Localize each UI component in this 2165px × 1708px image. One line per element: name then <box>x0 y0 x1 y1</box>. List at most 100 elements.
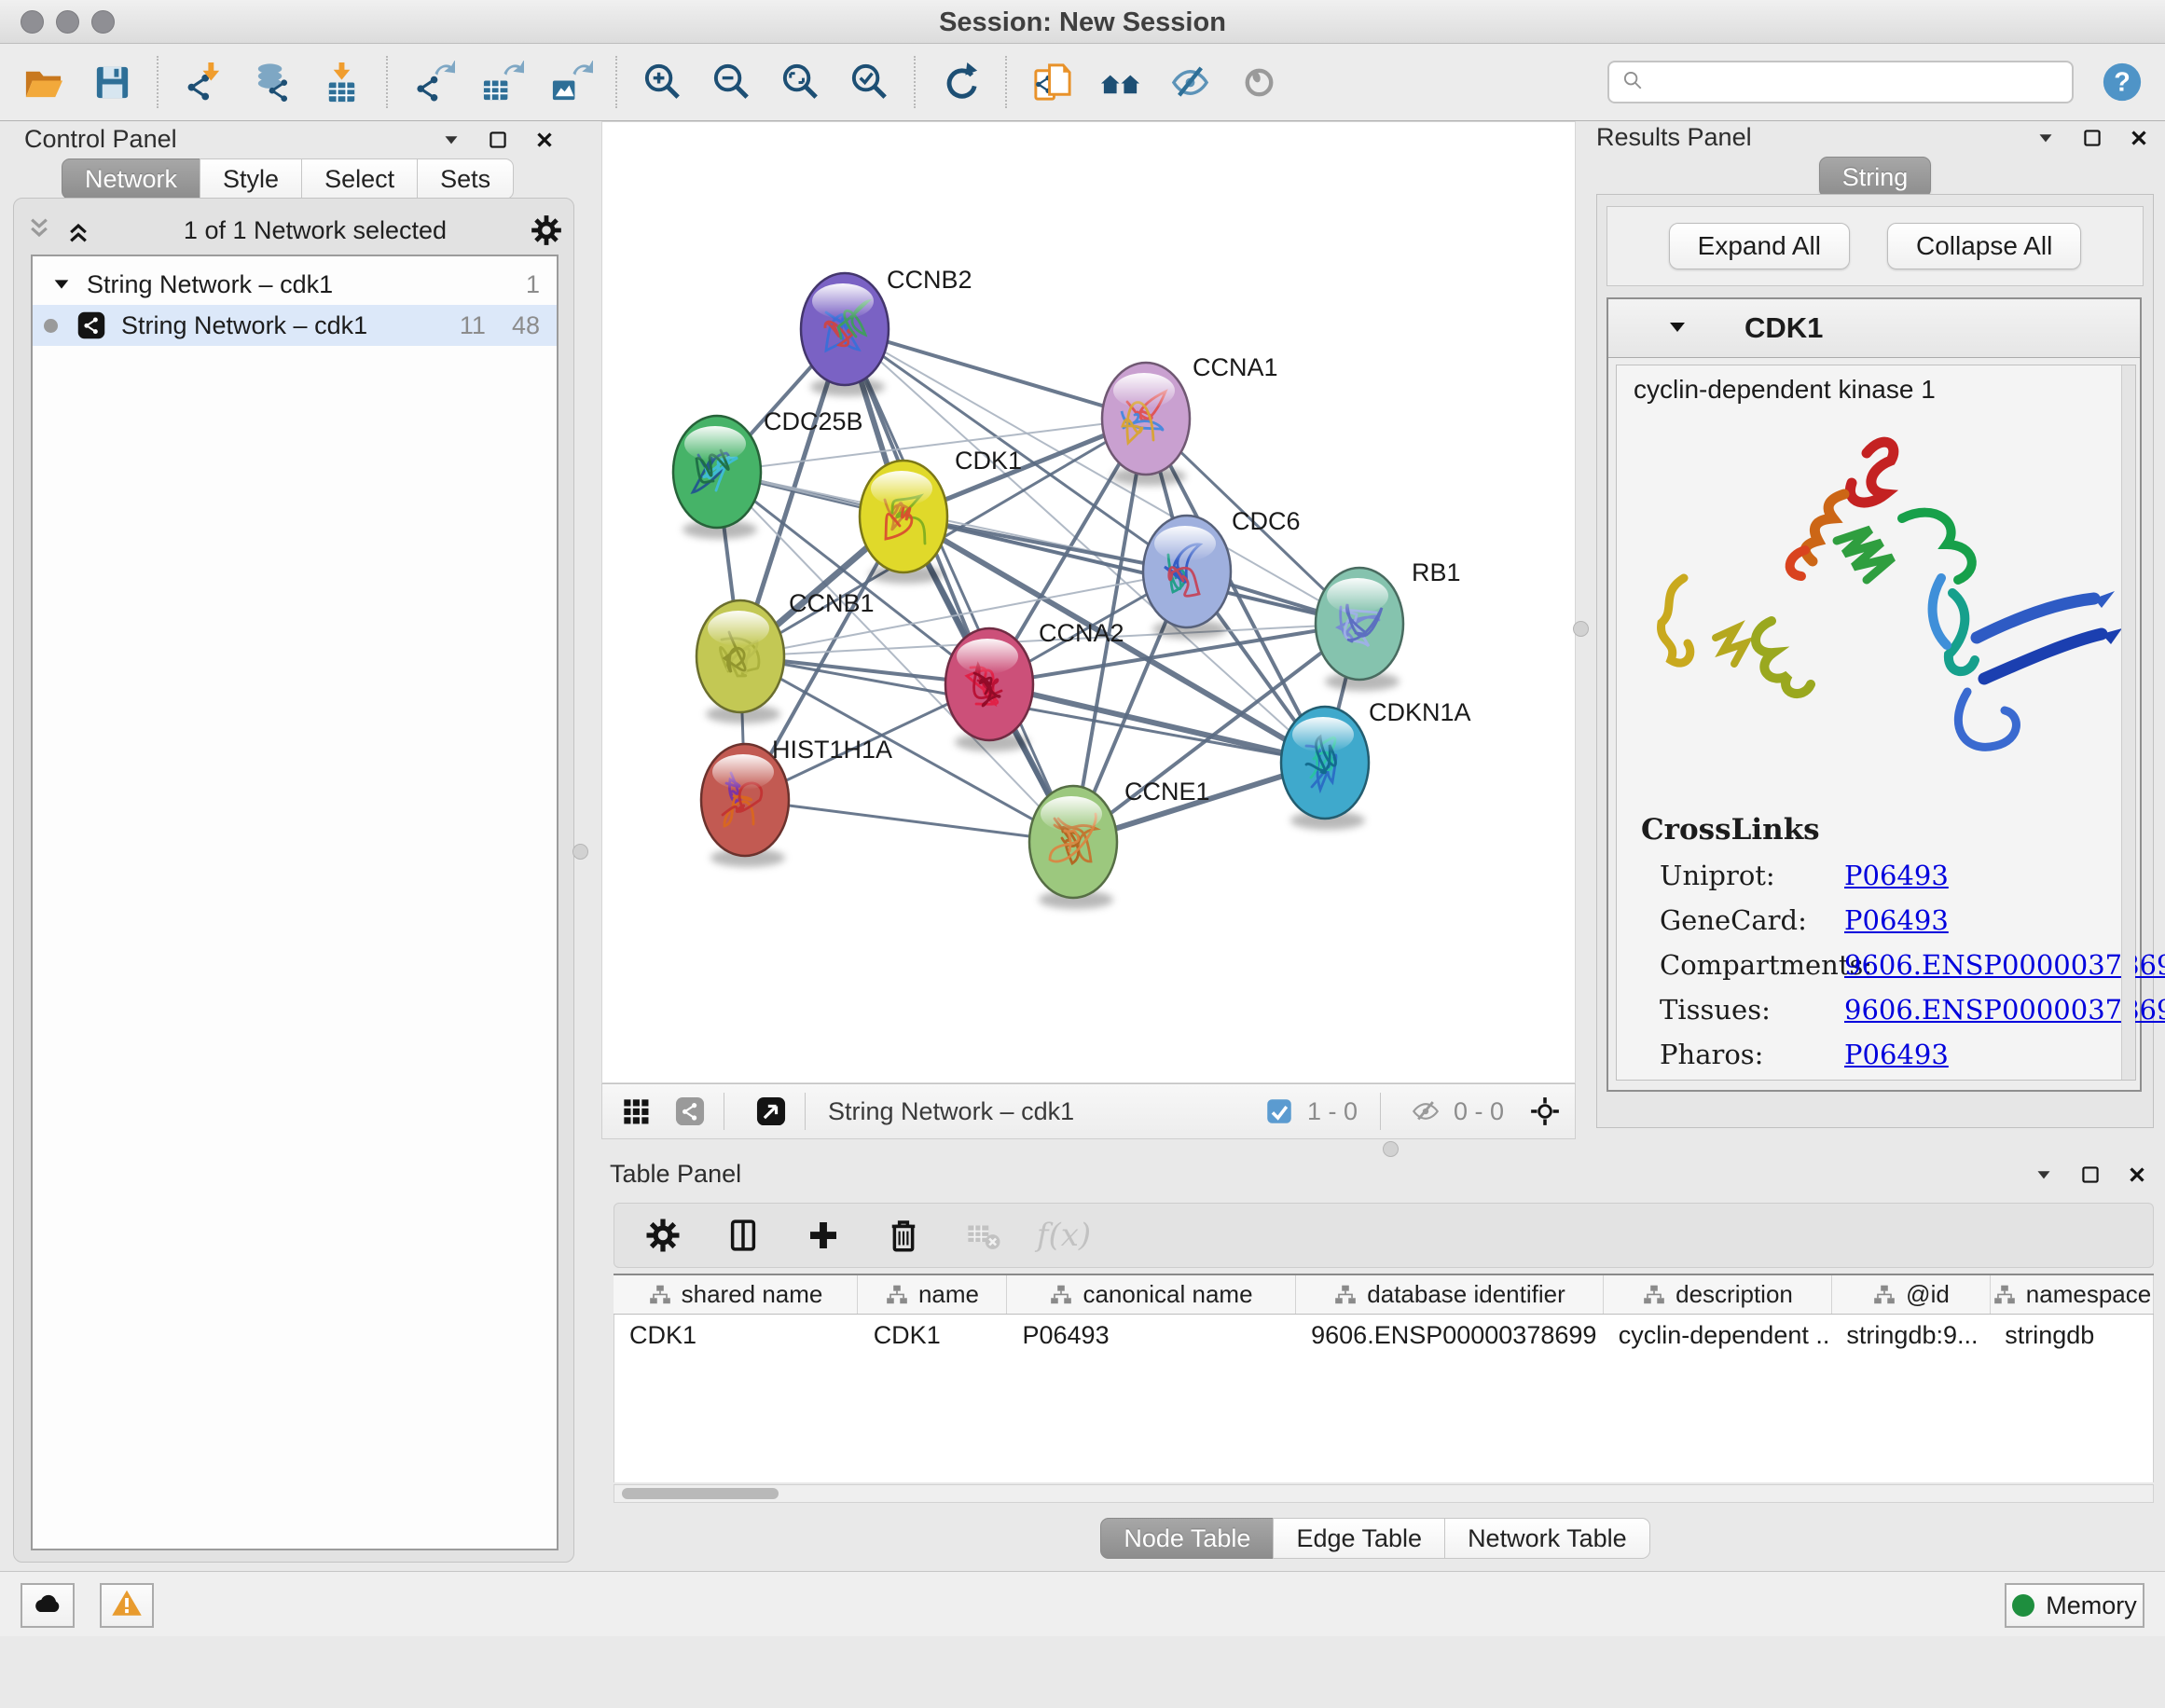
table-cell[interactable]: 9606.ENSP00000378699 <box>1296 1315 1604 1356</box>
show-all-icon[interactable] <box>1234 58 1283 106</box>
crosslink-link[interactable]: 9606.ENSP00000378699 <box>1844 994 2165 1026</box>
control-panel-float-icon[interactable] <box>485 127 511 153</box>
edge-HIST1H1A-CCNE1[interactable] <box>745 800 1073 842</box>
left-splitter-handle[interactable] <box>572 844 588 860</box>
import-network-database-icon[interactable] <box>248 58 296 106</box>
zoom-fit-icon[interactable] <box>776 58 824 106</box>
export-network-icon[interactable] <box>408 58 457 106</box>
node-CDC25B[interactable] <box>673 416 761 539</box>
column-header-@id[interactable]: @id <box>1832 1275 1991 1314</box>
fit-selected-icon[interactable] <box>1526 1093 1564 1130</box>
import-table-icon[interactable] <box>317 58 365 106</box>
table-panel-float-icon[interactable] <box>2077 1162 2103 1188</box>
collection-expand-icon[interactable] <box>51 272 76 296</box>
node-CCNA2[interactable] <box>945 628 1033 751</box>
network-canvas[interactable]: CCNB2CCNA1CDC25BCDK1CDC6RB1CCNB1CCNA2CDK… <box>601 121 1576 1083</box>
node-CCNB2[interactable] <box>801 273 889 396</box>
memory-button[interactable]: Memory <box>2005 1583 2144 1628</box>
results-panel-close-icon[interactable] <box>2126 125 2152 151</box>
control-panel-menu-icon[interactable] <box>438 127 464 153</box>
open-session-icon[interactable] <box>19 58 67 106</box>
zoom-selected-icon[interactable] <box>845 58 893 106</box>
tab-edge-table[interactable]: Edge Table <box>1273 1518 1445 1559</box>
tab-string[interactable]: String <box>1819 157 1932 198</box>
tab-select[interactable]: Select <box>301 158 418 200</box>
crosslink-link[interactable]: P06493 <box>1844 1039 1949 1070</box>
import-network-file-icon[interactable] <box>179 58 228 106</box>
tab-style[interactable]: Style <box>200 158 302 200</box>
copy-style-icon[interactable] <box>1027 58 1076 106</box>
node-CDC6[interactable] <box>1143 516 1231 639</box>
gene-collapse-icon[interactable] <box>1666 316 1690 340</box>
right-splitter-handle[interactable] <box>1573 621 1589 637</box>
cloud-status-button[interactable] <box>21 1583 75 1628</box>
column-header-namespace[interactable]: namespace <box>1991 1275 2154 1314</box>
export-table-icon[interactable] <box>477 58 526 106</box>
table-scrollbar-thumb[interactable] <box>622 1488 779 1499</box>
edge-CCNB2-CCNA1[interactable] <box>845 329 1146 419</box>
add-icon[interactable] <box>799 1211 848 1260</box>
columns-icon[interactable] <box>719 1211 767 1260</box>
node-CCNB1[interactable] <box>696 600 784 723</box>
tab-sets[interactable]: Sets <box>417 158 514 200</box>
gene-section-header[interactable]: CDK1 <box>1608 299 2140 358</box>
export-image-icon[interactable] <box>546 58 595 106</box>
first-neighbors-icon[interactable] <box>1096 58 1145 106</box>
control-panel-close-icon[interactable] <box>531 127 558 153</box>
zoom-out-icon[interactable] <box>707 58 755 106</box>
search-input[interactable] <box>1647 67 2062 98</box>
grid-view-icon[interactable] <box>615 1091 656 1132</box>
warnings-button[interactable] <box>100 1583 154 1628</box>
network-options-gear-icon[interactable] <box>529 213 564 248</box>
horizontal-splitter-handle[interactable] <box>1383 1141 1399 1157</box>
expand-all-networks-icon[interactable] <box>62 214 94 246</box>
string-view-icon[interactable] <box>669 1091 710 1132</box>
hidden-eye-icon[interactable] <box>1407 1093 1444 1130</box>
node-CDK1[interactable] <box>860 461 947 584</box>
network-graph[interactable]: CCNB2CCNA1CDC25BCDK1CDC6RB1CCNB1CCNA2CDK… <box>602 122 1575 1082</box>
node-RB1[interactable] <box>1316 568 1403 691</box>
zoom-in-icon[interactable] <box>638 58 686 106</box>
network-collection-row[interactable]: String Network – cdk1 1 <box>33 264 557 305</box>
node-CDKN1A[interactable] <box>1281 707 1369 830</box>
apply-layout-icon[interactable] <box>936 58 985 106</box>
collapse-all-button[interactable]: Collapse All <box>1887 223 2081 269</box>
crosslink-link[interactable]: 9606.ENSP00000378699 <box>1844 949 2165 981</box>
table-cell[interactable]: P06493 <box>1008 1315 1297 1356</box>
results-panel-menu-icon[interactable] <box>2033 125 2059 151</box>
table-panel-menu-icon[interactable] <box>2031 1162 2057 1188</box>
column-header-description[interactable]: description <box>1604 1275 1832 1314</box>
help-button[interactable]: ? <box>2098 58 2146 106</box>
table-cell[interactable]: CDK1 <box>614 1315 859 1356</box>
save-session-icon[interactable] <box>88 58 136 106</box>
table-cell[interactable]: CDK1 <box>859 1315 1008 1356</box>
search-box[interactable] <box>1607 61 2074 103</box>
tab-node-table[interactable]: Node Table <box>1100 1518 1274 1559</box>
collapse-all-networks-icon[interactable] <box>23 214 55 246</box>
column-header-shared-name[interactable]: shared name <box>614 1275 858 1314</box>
birdseye-view-icon[interactable] <box>751 1091 792 1132</box>
results-panel-float-icon[interactable] <box>2079 125 2105 151</box>
table-row[interactable]: CDK1CDK1P064939606.ENSP00000378699cyclin… <box>614 1315 2153 1356</box>
tab-network-table[interactable]: Network Table <box>1444 1518 1650 1559</box>
results-scrollbar[interactable] <box>2121 365 2135 1080</box>
delete-icon[interactable] <box>879 1211 928 1260</box>
table-panel-close-icon[interactable] <box>2124 1162 2150 1188</box>
column-header-database-identifier[interactable]: database identifier <box>1296 1275 1604 1314</box>
tab-network[interactable]: Network <box>62 158 200 200</box>
network-row[interactable]: String Network – cdk1 11 48 <box>33 305 557 346</box>
table-horizontal-scrollbar[interactable] <box>614 1484 2154 1503</box>
column-header-name[interactable]: name <box>858 1275 1007 1314</box>
table-cell[interactable]: cyclin-dependent ... <box>1604 1315 1832 1356</box>
node-CCNE1[interactable] <box>1029 786 1117 909</box>
gear-icon[interactable] <box>639 1211 687 1260</box>
table-cell[interactable]: stringdb <box>1990 1315 2153 1356</box>
selected-checkbox-icon[interactable] <box>1261 1093 1298 1130</box>
table-cell[interactable]: stringdb:9... <box>1831 1315 1990 1356</box>
edge-CCNB2-CCNE1[interactable] <box>845 329 1073 842</box>
column-header-canonical-name[interactable]: canonical name <box>1007 1275 1296 1314</box>
crosslink-link[interactable]: P06493 <box>1844 904 1949 936</box>
expand-all-button[interactable]: Expand All <box>1669 223 1850 269</box>
hide-selected-icon[interactable] <box>1165 58 1214 106</box>
crosslink-link[interactable]: P06493 <box>1844 860 1949 891</box>
